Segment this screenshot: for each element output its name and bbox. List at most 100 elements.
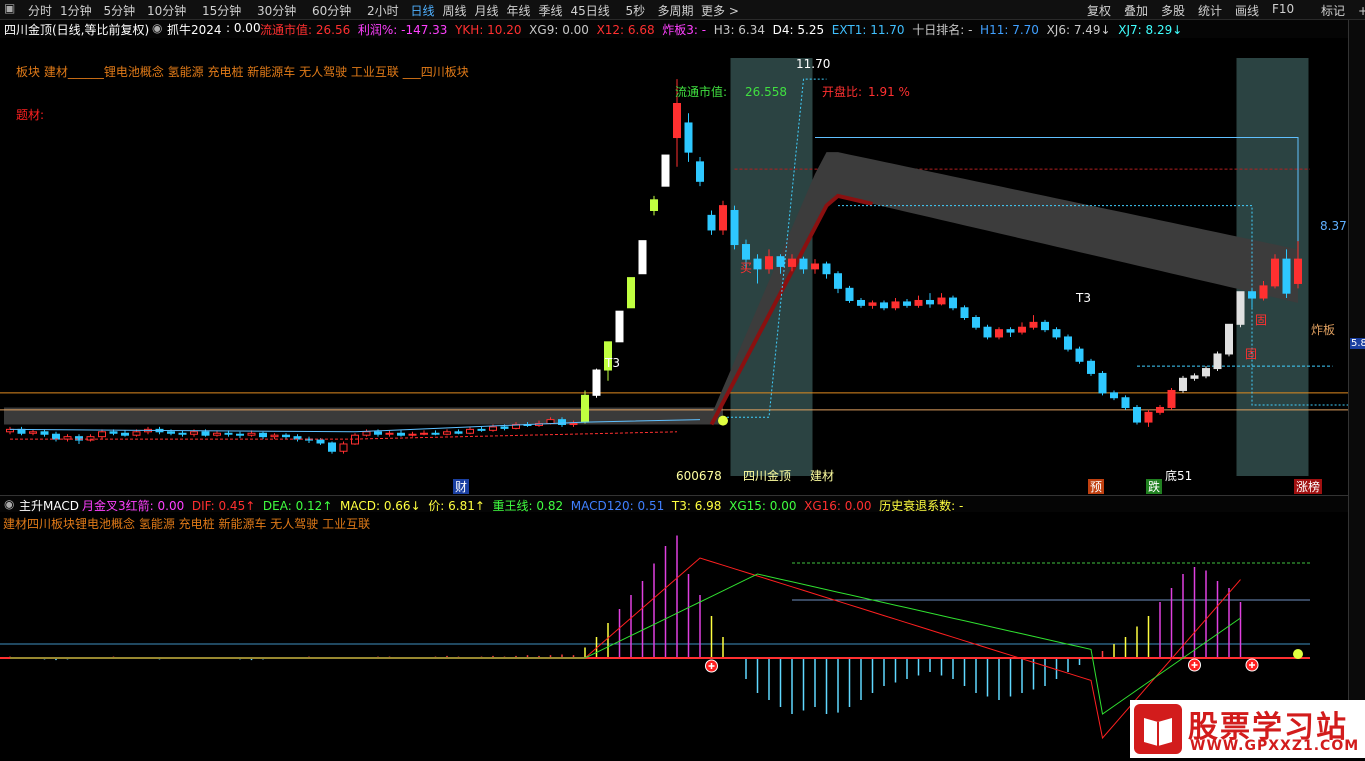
signal-dot-icon <box>1293 649 1303 659</box>
candle-body <box>1029 321 1038 328</box>
formula-name[interactable]: 抓牛2024 <box>167 21 222 38</box>
period-tab[interactable]: 1分钟 <box>60 2 92 19</box>
candle-body <box>615 310 624 343</box>
candle-body <box>167 431 175 434</box>
period-tab[interactable]: 60分钟 <box>312 2 351 19</box>
candle-body <box>650 199 658 212</box>
candle-body <box>1225 323 1233 355</box>
value-number: - <box>697 23 707 37</box>
candle-body <box>132 431 141 436</box>
value-number: 0.82 <box>532 499 564 513</box>
value-label: XG16: <box>804 499 841 513</box>
signal-label: 固 <box>1255 313 1267 327</box>
candle-body <box>868 302 877 306</box>
period-tab[interactable]: 周线 <box>443 2 467 19</box>
candle-body <box>569 423 578 426</box>
period-tab[interactable]: 日线 <box>411 2 435 19</box>
value-label: MACD: <box>340 499 381 513</box>
toolbar-button[interactable]: F10 <box>1272 2 1294 16</box>
value-number: 5.25 <box>793 23 825 37</box>
value-number: 26.56 <box>312 23 351 37</box>
value-label: 历史衰退系数: <box>879 499 956 513</box>
value-label: 流通市值: <box>260 23 313 37</box>
menu-icon[interactable]: ▣ <box>4 1 15 15</box>
candle-body <box>1259 285 1268 299</box>
period-tab[interactable]: 多周期 <box>658 2 694 19</box>
candle-body <box>454 431 463 434</box>
candle-body <box>420 432 428 435</box>
period-tab[interactable]: 分时 <box>28 2 52 19</box>
period-tab[interactable]: 30分钟 <box>257 2 296 19</box>
zhaban-label: 炸板 <box>1311 323 1335 337</box>
formula-dropdown-icon[interactable]: ◉ <box>152 21 162 35</box>
t3-label: T3 <box>1075 291 1091 305</box>
candle-body <box>1041 321 1049 331</box>
candle-body <box>776 256 785 267</box>
period-tab[interactable]: 45日线 <box>571 2 610 19</box>
badge-label: 涨榜 <box>1296 479 1320 494</box>
candle-body <box>397 432 405 436</box>
toolbar-button[interactable]: 复权 <box>1087 2 1111 19</box>
candle-body <box>1087 360 1095 374</box>
toolbar-button[interactable]: 画线 <box>1235 2 1259 19</box>
period-tab[interactable]: 月线 <box>475 2 499 19</box>
candle-body <box>960 307 969 319</box>
value-label: DEA: <box>262 499 292 513</box>
candle-body <box>443 431 451 435</box>
candle-body <box>949 297 957 309</box>
candle-body <box>822 263 831 275</box>
period-tab[interactable]: 5分钟 <box>104 2 136 19</box>
candle-body <box>29 431 37 434</box>
period-tab[interactable]: 15分钟 <box>202 2 241 19</box>
toolbar-button[interactable]: 叠加 <box>1124 2 1148 19</box>
candle-body <box>627 277 635 309</box>
candle-body <box>328 442 336 452</box>
value-label: 重王线: <box>492 499 533 513</box>
period-tab[interactable]: 更多 > <box>701 2 739 19</box>
candle-body <box>121 432 129 436</box>
period-tab[interactable]: 季线 <box>539 2 563 19</box>
candle-body <box>730 210 739 246</box>
value-number: 7.70 <box>1008 23 1039 37</box>
stock-title: 四川金顶(日线,等比前复权) <box>4 23 150 37</box>
candle-body <box>213 432 221 436</box>
watermark-url: WWW.GPXXZ1.COM <box>1190 738 1360 754</box>
candle-body <box>247 432 256 436</box>
buy-signal-label: 买 <box>740 261 752 275</box>
book-icon <box>1134 704 1182 754</box>
candle-body <box>995 329 1003 338</box>
candle-body <box>1236 291 1245 325</box>
candle-body <box>1190 375 1199 379</box>
candle-body <box>1282 258 1291 294</box>
value-number: 6.81↑ <box>444 499 485 513</box>
toolbar-button[interactable]: 标记 <box>1321 2 1345 19</box>
period-tab[interactable]: 10分钟 <box>147 2 186 19</box>
candle-body <box>236 433 244 436</box>
candle-body <box>891 301 900 309</box>
period-tab[interactable]: 2小时 <box>367 2 399 19</box>
watermark-logo: 股票学习站 WWW.GPXXZ1.COM <box>1130 700 1365 758</box>
value-label: MACD120: <box>570 499 634 513</box>
stock-name-label: 四川金顶 <box>743 468 791 483</box>
toolbar-button[interactable]: 统计 <box>1198 2 1222 19</box>
value-label: XJ7: <box>1118 23 1142 37</box>
candle-body <box>926 299 934 305</box>
candle-body <box>684 122 693 153</box>
candle-body <box>592 369 601 396</box>
candle-body <box>857 299 865 306</box>
period-tab[interactable]: 5秒 <box>626 2 646 19</box>
toolbar-button[interactable]: 多股 <box>1161 2 1185 19</box>
price-chart-area[interactable]: 流通市值: 26.558 开盘比: 1.91 % 11.70 8.37 炸板 T3 T3 底51 6… <box>0 38 1365 494</box>
candle-body <box>903 301 911 306</box>
candle-body <box>788 258 796 267</box>
candle-body <box>581 394 589 423</box>
candle-body <box>707 214 716 231</box>
collapse-icon[interactable]: ◉ <box>4 497 14 511</box>
candle-body <box>178 432 187 435</box>
price-chart[interactable]: 流通市值: 26.558 开盘比: 1.91 % 11.70 8.37 炸板 T3 T3 底51 6… <box>0 38 1365 494</box>
toolbar-button[interactable]: +自选 <box>1358 2 1365 19</box>
candle-body <box>719 205 727 231</box>
value-number: 6.34 <box>734 23 766 37</box>
period-tab[interactable]: 年线 <box>507 2 531 19</box>
candle-body <box>52 433 60 440</box>
